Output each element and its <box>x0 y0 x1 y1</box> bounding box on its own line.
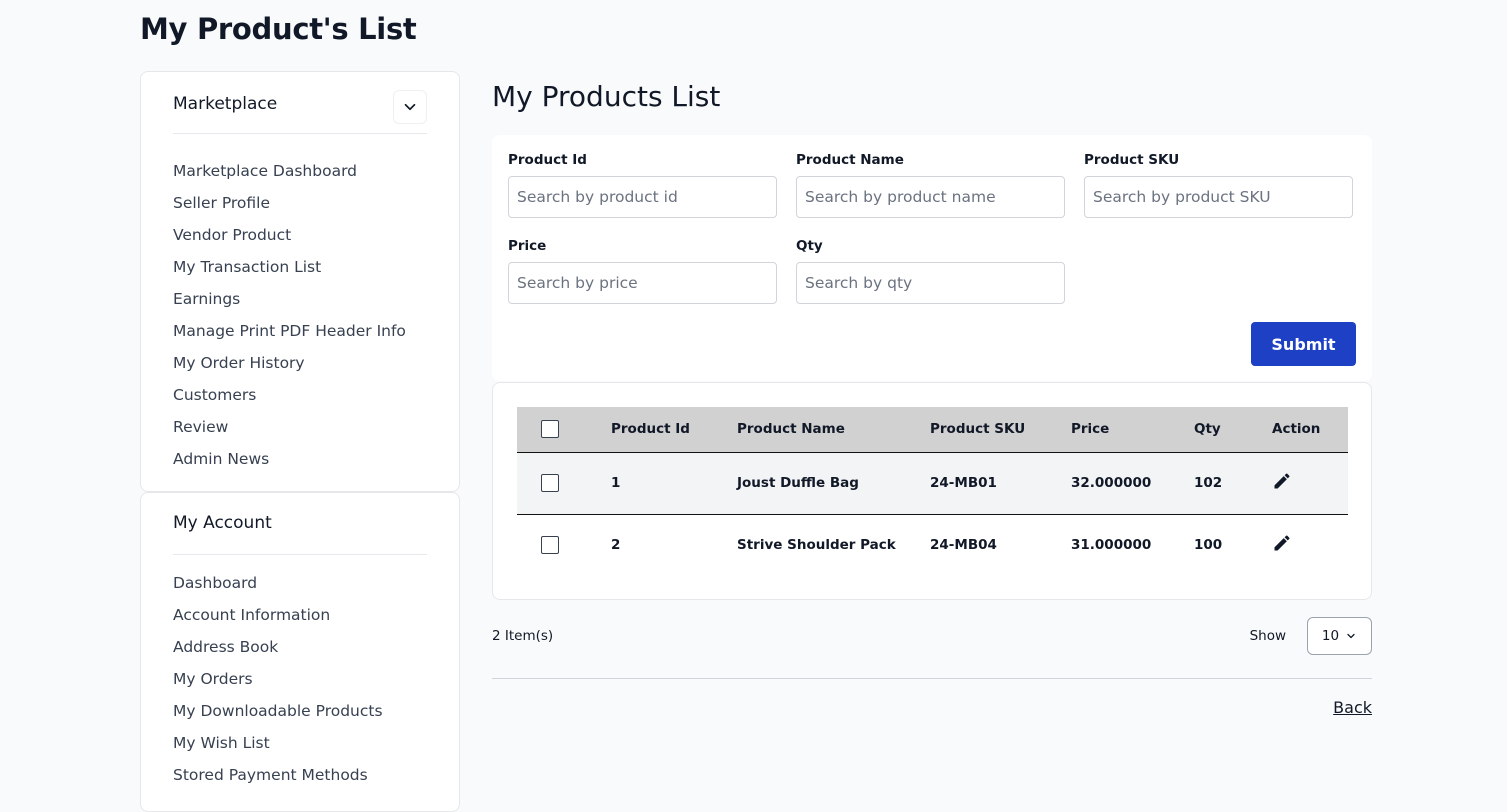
filter-price: Price <box>508 238 777 304</box>
cell-action <box>1272 452 1348 514</box>
filter-panel: Product Id Product Name Product SKU Pric… <box>492 135 1372 381</box>
sidebar-item-account-information[interactable]: Account Information <box>173 605 383 637</box>
pagination-bar: 2 Item(s) Show 10 <box>492 617 1372 655</box>
sidebar-account-header: My Account <box>173 493 427 555</box>
sidebar-item-earnings[interactable]: Earnings <box>173 289 406 321</box>
item-count: 2 Item(s) <box>492 628 554 644</box>
cell-qty: 102 <box>1194 475 1223 491</box>
sidebar-marketplace-title: Marketplace <box>173 94 278 114</box>
row-checkbox[interactable] <box>541 474 559 492</box>
chevron-down-icon <box>1347 633 1355 639</box>
sidebar-item-my-transaction-list[interactable]: My Transaction List <box>173 257 406 289</box>
header-product-id[interactable]: Product Id <box>611 407 737 452</box>
cell-product-sku: 24-MB01 <box>930 475 997 491</box>
cell-product-name: Joust Duffle Bag <box>737 475 859 491</box>
qty-input[interactable] <box>796 262 1065 304</box>
show-label: Show <box>1249 628 1286 644</box>
sidebar-item-my-wish-list[interactable]: My Wish List <box>173 733 383 765</box>
sidebar-item-my-orders[interactable]: My Orders <box>173 669 383 701</box>
sidebar-item-admin-news[interactable]: Admin News <box>173 449 406 481</box>
filter-qty: Qty <box>796 238 1065 304</box>
products-table-card: Product Id Product Name Product SKU Pric… <box>492 382 1372 600</box>
sidebar-account-title: My Account <box>173 513 272 533</box>
page-size-value: 10 <box>1321 628 1340 644</box>
sidebar-item-stored-payment-methods[interactable]: Stored Payment Methods <box>173 765 383 797</box>
sidebar-account: My Account Dashboard Account Information… <box>140 492 460 812</box>
sidebar-item-my-downloadable-products[interactable]: My Downloadable Products <box>173 701 383 733</box>
sidebar-item-my-order-history[interactable]: My Order History <box>173 353 406 385</box>
sidebar-item-address-book[interactable]: Address Book <box>173 637 383 669</box>
header-product-name[interactable]: Product Name <box>737 407 930 452</box>
page-title: My Product's List <box>140 12 417 46</box>
qty-label: Qty <box>796 238 823 254</box>
sidebar-marketplace-list: Marketplace Dashboard Seller Profile Ven… <box>173 161 406 481</box>
product-sku-input[interactable] <box>1084 176 1353 218</box>
sidebar-item-customers[interactable]: Customers <box>173 385 406 417</box>
filter-product-name: Product Name <box>796 152 1065 218</box>
cell-product-name: Strive Shoulder Pack <box>737 537 896 554</box>
back-link[interactable]: Back <box>1333 698 1372 717</box>
table-header-row: Product Id Product Name Product SKU Pric… <box>517 407 1348 452</box>
sidebar-item-review[interactable]: Review <box>173 417 406 449</box>
price-label: Price <box>508 238 547 254</box>
collapse-toggle-button[interactable] <box>393 90 427 124</box>
cell-action <box>1272 514 1348 576</box>
page-size-select[interactable]: 10 <box>1307 617 1372 655</box>
sidebar-marketplace: Marketplace Marketplace Dashboard Seller… <box>140 71 460 492</box>
products-table: Product Id Product Name Product SKU Pric… <box>517 407 1348 576</box>
cell-product-id: 2 <box>611 537 621 554</box>
product-id-input[interactable] <box>508 176 777 218</box>
table-row: 2 Strive Shoulder Pack 24-MB04 31.000000… <box>517 514 1348 576</box>
filter-product-sku: Product SKU <box>1084 152 1353 218</box>
edit-button[interactable] <box>1272 471 1292 495</box>
chevron-down-icon <box>404 103 416 111</box>
cell-qty: 100 <box>1194 537 1223 554</box>
cell-product-sku: 24-MB04 <box>930 537 997 554</box>
product-name-label: Product Name <box>796 152 904 168</box>
cell-price: 32.000000 <box>1071 475 1152 491</box>
divider <box>492 678 1372 679</box>
pencil-icon <box>1274 473 1290 489</box>
row-checkbox[interactable] <box>541 536 559 555</box>
cell-price: 31.000000 <box>1071 537 1152 554</box>
header-qty[interactable]: Qty <box>1194 407 1272 452</box>
sidebar-item-seller-profile[interactable]: Seller Profile <box>173 193 406 225</box>
filter-product-id: Product Id <box>508 152 777 218</box>
product-sku-label: Product SKU <box>1084 152 1180 168</box>
sidebar-item-vendor-product[interactable]: Vendor Product <box>173 225 406 257</box>
sidebar-item-dashboard[interactable]: Dashboard <box>173 573 383 605</box>
sidebar-account-list: Dashboard Account Information Address Bo… <box>173 573 383 797</box>
select-all-checkbox[interactable] <box>541 420 559 439</box>
table-row: 1 Joust Duffle Bag 24-MB01 32.000000 102 <box>517 452 1348 514</box>
header-action: Action <box>1272 421 1321 438</box>
header-price[interactable]: Price <box>1071 407 1194 452</box>
cell-product-id: 1 <box>611 475 621 491</box>
product-name-input[interactable] <box>796 176 1065 218</box>
edit-button[interactable] <box>1272 533 1292 557</box>
price-input[interactable] <box>508 262 777 304</box>
main-title: My Products List <box>492 80 721 113</box>
sidebar-item-marketplace-dashboard[interactable]: Marketplace Dashboard <box>173 161 406 193</box>
submit-button[interactable]: Submit <box>1251 322 1356 366</box>
pencil-icon <box>1274 535 1290 551</box>
product-id-label: Product Id <box>508 152 587 168</box>
sidebar-marketplace-header[interactable]: Marketplace <box>173 72 427 134</box>
sidebar-item-manage-print-pdf[interactable]: Manage Print PDF Header Info <box>173 321 406 353</box>
header-product-sku[interactable]: Product SKU <box>930 407 1071 452</box>
